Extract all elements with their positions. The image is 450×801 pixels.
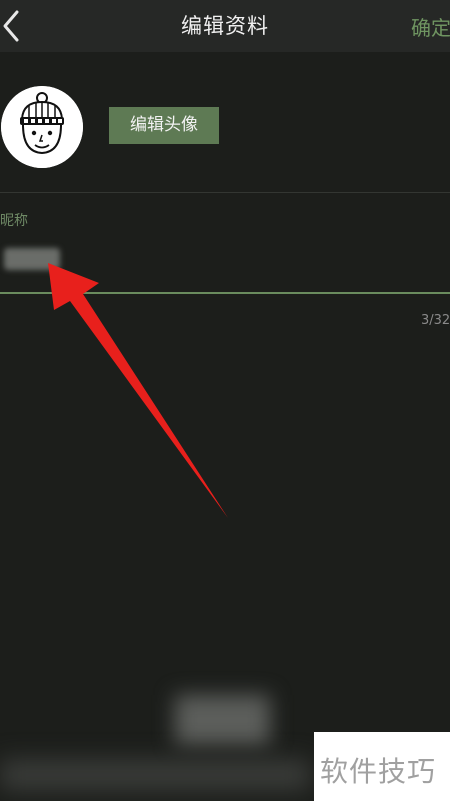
section-divider <box>0 192 450 193</box>
blurred-content <box>175 695 270 745</box>
blurred-strip <box>0 760 310 790</box>
edit-avatar-button[interactable]: 编辑头像 <box>109 107 219 144</box>
top-bar: 编辑资料 确定 <box>0 0 450 52</box>
watermark-text: 软件技巧 <box>320 755 437 788</box>
confirm-button[interactable]: 确定 <box>411 12 450 41</box>
avatar[interactable] <box>1 86 83 168</box>
character-counter: 3/32 <box>421 313 450 328</box>
nickname-input[interactable] <box>4 248 60 270</box>
watermark: 软件技巧 <box>314 732 450 801</box>
nickname-label: 昵称 <box>0 213 28 229</box>
avatar-icon <box>1 86 83 168</box>
nickname-input-underline <box>0 292 450 294</box>
page-title: 编辑资料 <box>181 14 269 38</box>
edit-profile-screen: 编辑资料 确定 编辑头像 昵称 3/32 软件技巧 <box>0 0 450 801</box>
